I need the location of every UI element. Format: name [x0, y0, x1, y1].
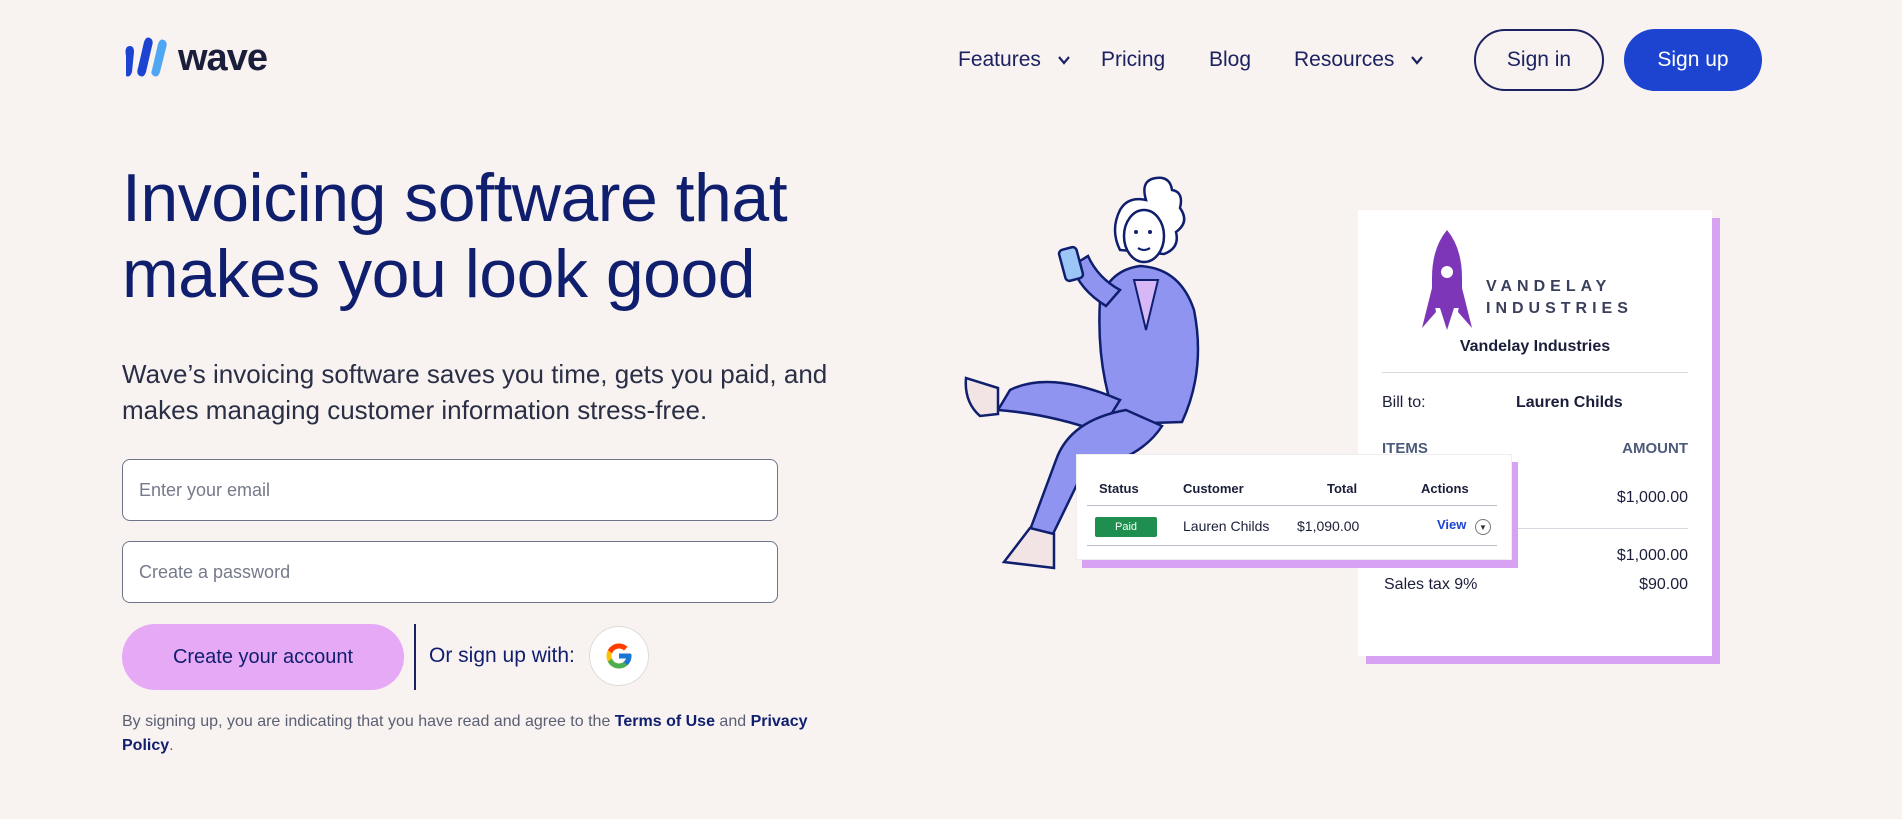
logo-wordmark: wave	[178, 37, 268, 79]
bill-to-label: Bill to:	[1382, 394, 1426, 411]
create-account-button[interactable]: Create your account	[122, 624, 404, 690]
wave-logo-icon	[125, 37, 167, 77]
payments-table-card: Status Customer Total Actions Paid Laure…	[1076, 454, 1512, 560]
amount-header: AMOUNT	[1622, 440, 1688, 457]
col-status-header: Status	[1099, 481, 1139, 496]
sign-in-button[interactable]: Sign in	[1474, 29, 1604, 91]
google-sign-up-button[interactable]	[589, 626, 649, 686]
vertical-divider	[414, 624, 416, 690]
nav-resources-label: Resources	[1294, 48, 1395, 71]
sign-up-button[interactable]: Sign up	[1624, 29, 1762, 91]
customer-cell: Lauren Childs	[1183, 518, 1270, 534]
tax-label: Sales tax 9%	[1384, 576, 1478, 593]
or-sign-up-label: Or sign up with:	[429, 644, 575, 667]
legal-text: By signing up, you are indicating that y…	[122, 710, 842, 758]
invoice-card: VANDELAY INDUSTRIES Vandelay Industries …	[1358, 210, 1712, 656]
brand-line-2: INDUSTRIES	[1486, 300, 1633, 317]
invoice-company-name: Vandelay Industries	[1459, 338, 1611, 355]
hero-title: Invoicing software that makes you look g…	[122, 160, 788, 312]
nav-features-label: Features	[958, 48, 1041, 71]
col-actions-header: Actions	[1421, 481, 1469, 496]
terms-link[interactable]: Terms of Use	[615, 713, 715, 730]
nav-resources[interactable]: Resources	[1294, 44, 1424, 76]
table-header-divider	[1087, 505, 1497, 506]
legal-suffix: .	[169, 737, 174, 754]
status-badge: Paid	[1095, 517, 1157, 537]
email-input[interactable]	[122, 459, 778, 521]
subtotal-amount: $1,000.00	[1616, 547, 1688, 564]
brand-line-1: VANDELAY	[1486, 278, 1612, 295]
table-row-divider	[1087, 545, 1497, 546]
password-input[interactable]	[122, 541, 778, 603]
nav-blog-label: Blog	[1209, 48, 1252, 71]
nav-pricing-label: Pricing	[1101, 48, 1166, 71]
google-icon	[606, 643, 632, 669]
legal-and: and	[714, 713, 751, 730]
item-amount: $1,000.00	[1616, 489, 1688, 506]
nav-features[interactable]: Features	[958, 44, 1071, 76]
invoice-brand-wordmark: VANDELAY INDUSTRIES	[1486, 276, 1633, 320]
total-cell: $1,090.00	[1297, 518, 1360, 534]
actions-dropdown-icon[interactable]: ▼	[1475, 519, 1491, 535]
col-customer-header: Customer	[1183, 481, 1244, 496]
rocket-logo-icon	[1422, 230, 1472, 330]
bill-to-name: Lauren Childs	[1516, 394, 1623, 411]
divider	[1382, 372, 1688, 373]
chevron-down-icon	[1411, 56, 1424, 65]
site-header: wave Features Pricing Blog Resources Sig…	[0, 0, 1902, 120]
wave-logo[interactable]: wave	[122, 36, 268, 80]
col-total-header: Total	[1327, 481, 1358, 496]
tax-amount: $90.00	[1639, 576, 1688, 593]
nav-blog[interactable]: Blog	[1209, 44, 1251, 76]
view-action-link[interactable]: View	[1437, 517, 1466, 532]
legal-prefix: By signing up, you are indicating that y…	[122, 713, 615, 730]
nav-pricing[interactable]: Pricing	[1101, 44, 1165, 76]
chevron-down-icon	[1058, 56, 1070, 65]
hero-subtitle: Wave’s invoicing software saves you time…	[122, 359, 828, 425]
